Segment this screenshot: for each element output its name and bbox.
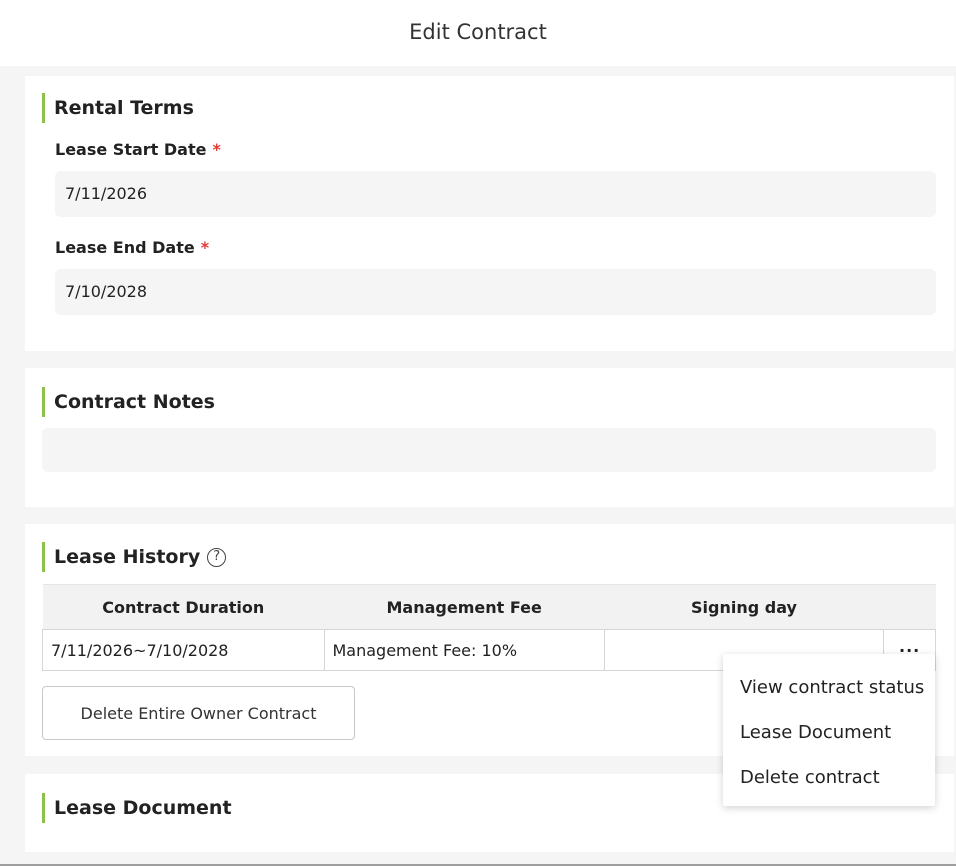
lease-history-title: Lease History ? [42, 542, 227, 572]
column-header: Contract Duration [42, 584, 324, 630]
lease-document-title-text: Lease Document [54, 797, 232, 819]
delete-owner-contract-button[interactable]: Delete Entire Owner Contract [42, 686, 355, 740]
row-options-menu: View contract status Lease Document Dele… [723, 654, 935, 806]
duration-cell: 7/11/2026~7/10/2028 [42, 629, 325, 671]
lease-end-label: Lease End Date * [55, 238, 209, 257]
column-header: Management Fee [324, 584, 605, 630]
lease-start-label: Lease Start Date * [55, 140, 221, 159]
column-header: Signing day [604, 584, 884, 630]
contract-notes-title: Contract Notes [42, 387, 215, 417]
lease-document-title: Lease Document [42, 793, 232, 823]
rental-terms-title: Rental Terms [42, 93, 194, 123]
delete-owner-contract-label: Delete Entire Owner Contract [80, 703, 317, 723]
menu-item-view-contract-status[interactable]: View contract status [723, 665, 935, 710]
menu-item-delete-contract[interactable]: Delete contract [723, 755, 935, 800]
lease-end-input[interactable]: 7/10/2028 [55, 269, 936, 315]
fee-cell: Management Fee: 10% [323, 629, 605, 671]
required-mark: * [212, 140, 221, 159]
lease-start-label-text: Lease Start Date [55, 140, 207, 159]
menu-item-lease-document[interactable]: Lease Document [723, 710, 935, 755]
contract-notes-title-text: Contract Notes [54, 391, 215, 413]
required-mark: * [200, 238, 210, 257]
rental-terms-title-text: Rental Terms [54, 97, 194, 119]
lease-start-input[interactable]: 7/11/2026 [55, 171, 936, 217]
contract-notes-section: Contract Notes [25, 368, 954, 507]
lease-history-title-text: Lease History [54, 546, 201, 568]
help-icon[interactable]: ? [207, 547, 227, 567]
page-title: Edit Contract [409, 20, 547, 44]
table-header-row: Contract Duration Management Fee Signing… [42, 584, 936, 630]
rental-terms-section: Rental Terms Lease Start Date * 7/11/2026… [25, 76, 954, 351]
lease-end-label-text: Lease End Date [55, 238, 195, 257]
header: Edit Contract [0, 0, 956, 66]
contract-notes-input[interactable] [42, 428, 936, 472]
column-header [883, 584, 936, 630]
